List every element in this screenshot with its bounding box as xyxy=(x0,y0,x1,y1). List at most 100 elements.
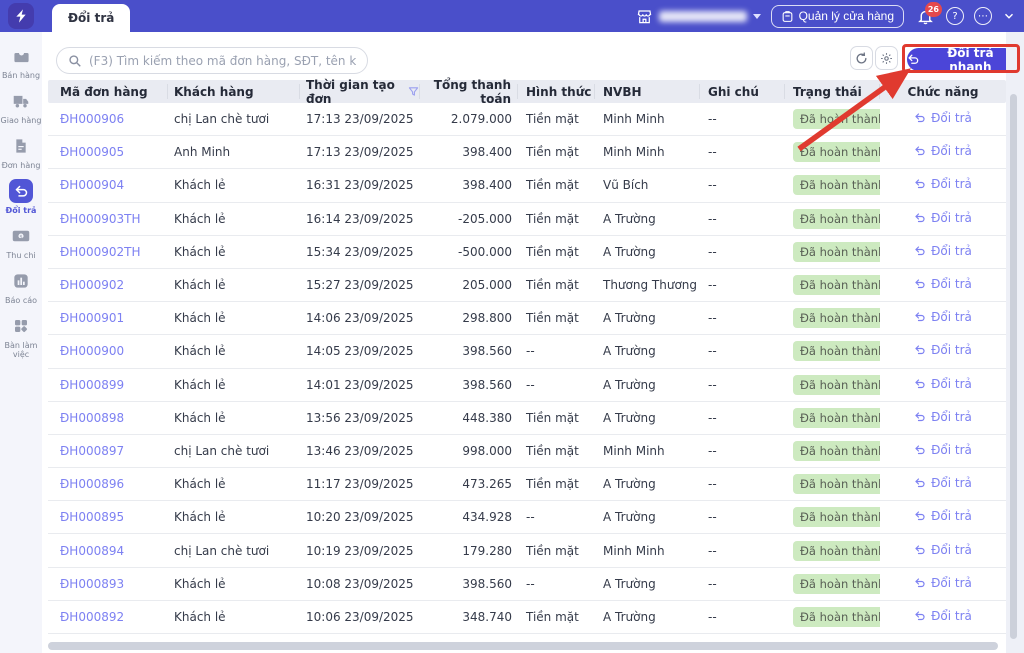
svg-text:$: $ xyxy=(19,234,22,240)
store-selector[interactable] xyxy=(636,9,761,24)
sidebar-item-don-hang[interactable]: Đơn hàng xyxy=(0,134,42,170)
order-id-link[interactable]: ĐH000904 xyxy=(60,178,124,192)
note-cell: -- xyxy=(708,609,717,624)
sidebar-item-giao-hang[interactable]: Giao hàng xyxy=(0,89,42,125)
staff-cell: A Trường xyxy=(603,311,656,326)
horizontal-scrollbar[interactable] xyxy=(48,642,998,650)
row-return-button[interactable]: Đổi trả xyxy=(914,576,972,590)
row-return-button[interactable]: Đổi trả xyxy=(914,443,972,457)
customer-cell: Khách lẻ xyxy=(174,278,226,293)
order-id-link[interactable]: ĐH000899 xyxy=(60,378,124,392)
order-id-link[interactable]: ĐH000898 xyxy=(60,411,124,425)
return-arrow-icon xyxy=(908,54,919,64)
status-badge: Đã hoàn thành xyxy=(793,208,880,229)
help-button[interactable]: ? xyxy=(946,7,964,25)
order-id-link[interactable]: ĐH000893 xyxy=(60,577,124,591)
customer-cell: Khách lẻ xyxy=(174,477,226,492)
row-return-button[interactable]: Đổi trả xyxy=(914,509,972,523)
row-return-button[interactable]: Đổi trả xyxy=(914,310,972,324)
filter-icon[interactable] xyxy=(408,86,419,97)
return-arrow-icon xyxy=(915,412,925,421)
total-cell: 998.000 xyxy=(462,443,512,458)
customer-cell: Khách lẻ xyxy=(174,211,226,226)
order-id-link[interactable]: ĐH000894 xyxy=(60,544,124,558)
order-id-link[interactable]: ĐH000900 xyxy=(60,344,124,358)
staff-cell: A Trường xyxy=(603,477,656,492)
note-cell: -- xyxy=(708,278,717,293)
payment-method-cell: Tiền mặt xyxy=(526,178,579,193)
order-id-link[interactable]: ĐH000896 xyxy=(60,477,124,491)
created-at-cell: 16:31 23/09/2025 xyxy=(306,178,414,193)
main-content: Đổi trả nhanh Mã đơn hàng Khách hàng Thờ… xyxy=(42,32,1024,653)
note-cell: -- xyxy=(708,145,717,160)
customer-cell: Khách lẻ xyxy=(174,377,226,392)
row-return-button[interactable]: Đổi trả xyxy=(914,111,972,125)
customer-cell: Khách lẻ xyxy=(174,178,226,193)
row-return-button[interactable]: Đổi trả xyxy=(914,377,972,391)
return-arrow-icon xyxy=(915,378,925,388)
table-body: ĐH000906 chị Lan chè tươi 17:13 23/09/20… xyxy=(48,103,1006,653)
note-cell: -- xyxy=(708,510,717,525)
note-cell: -- xyxy=(708,244,717,259)
customer-cell: chị Lan chè tươi xyxy=(174,543,270,558)
row-return-button[interactable]: Đổi trả xyxy=(914,177,972,191)
order-id-link[interactable]: ĐH000906 xyxy=(60,112,124,126)
row-return-button[interactable]: Đổi trả xyxy=(914,543,972,557)
staff-cell: Vũ Bích xyxy=(603,178,649,193)
sidebar-item-ban-lam-viec[interactable]: Bàn làm việc xyxy=(0,314,42,359)
payment-method-cell: -- xyxy=(526,576,535,591)
row-return-label: Đổi trả xyxy=(931,243,972,258)
return-arrow-icon xyxy=(915,445,925,455)
created-at-cell: 16:14 23/09/2025 xyxy=(306,211,414,226)
quick-return-button[interactable]: Đổi trả nhanh xyxy=(907,46,1016,74)
order-id-link[interactable]: ĐH000901 xyxy=(60,311,124,325)
status-badge: Đã hoàn thành xyxy=(793,109,880,130)
row-return-button[interactable]: Đổi trả xyxy=(914,609,972,623)
row-return-button[interactable]: Đổi trả xyxy=(914,476,972,490)
returns-table: Mã đơn hàng Khách hàng Thời gian tạo đơn… xyxy=(48,78,1006,653)
search-input[interactable] xyxy=(89,53,356,68)
order-id-link[interactable]: ĐH000902 xyxy=(60,278,124,292)
staff-cell: Thương Thương xyxy=(603,278,698,293)
chevron-down-icon[interactable] xyxy=(1002,9,1016,23)
sidebar-item-bao-cao[interactable]: Báo cáo xyxy=(0,269,42,305)
app-logo[interactable] xyxy=(8,3,34,29)
order-id-link[interactable]: ĐH000897 xyxy=(60,444,124,458)
note-cell: -- xyxy=(708,311,717,326)
table-row: ĐH000897 chị Lan chè tươi 13:46 23/09/20… xyxy=(48,435,1006,469)
sidebar-item-doi-tra[interactable]: Đổi trả xyxy=(0,179,42,215)
staff-cell: A Trường xyxy=(603,510,656,525)
sidebar-item-ban-hang[interactable]: Bán hàng xyxy=(0,44,42,80)
customer-cell: Khách lẻ xyxy=(174,311,226,326)
sidebar-label: Bán hàng xyxy=(1,71,41,80)
customer-cell: Khách lẻ xyxy=(174,510,226,525)
refresh-button[interactable] xyxy=(850,46,873,70)
order-id-link[interactable]: ĐH000905 xyxy=(60,145,124,159)
row-return-label: Đổi trả xyxy=(931,476,972,491)
more-menu-button[interactable]: ⋯ xyxy=(974,7,992,25)
sidebar-label: Báo cáo xyxy=(4,296,38,305)
order-id-link[interactable]: ĐH000903TH xyxy=(60,212,140,226)
storefront-icon xyxy=(637,9,651,23)
order-id-link[interactable]: ĐH000895 xyxy=(60,510,124,524)
row-return-button[interactable]: Đổi trả xyxy=(914,410,972,424)
settings-button[interactable] xyxy=(875,46,898,70)
manage-store-button[interactable]: Quản lý cửa hàng xyxy=(770,4,904,28)
total-cell: 398.560 xyxy=(462,344,512,359)
col-total: Tổng thanh toán xyxy=(420,78,518,106)
notifications-button[interactable]: 26 xyxy=(914,2,942,27)
order-id-link[interactable]: ĐH000902TH xyxy=(60,245,140,259)
row-return-button[interactable]: Đổi trả xyxy=(914,343,972,357)
customer-cell: chị Lan chè tươi xyxy=(174,443,270,458)
row-return-button[interactable]: Đổi trả xyxy=(914,144,972,158)
row-return-button[interactable]: Đổi trả xyxy=(914,244,972,258)
order-id-link[interactable]: ĐH000892 xyxy=(60,610,124,624)
row-return-button[interactable]: Đổi trả xyxy=(914,277,972,291)
staff-cell: A Trường xyxy=(603,410,656,425)
table-row: ĐH000898 Khách lẻ 13:56 23/09/2025 448.3… xyxy=(48,402,1006,435)
vertical-scrollbar[interactable] xyxy=(1010,94,1017,639)
tab-doi-tra[interactable]: Đổi trả xyxy=(52,4,131,32)
sidebar-item-thu-chi[interactable]: $ Thu chi xyxy=(0,224,42,260)
row-return-button[interactable]: Đổi trả xyxy=(914,211,972,225)
note-cell: -- xyxy=(708,211,717,226)
